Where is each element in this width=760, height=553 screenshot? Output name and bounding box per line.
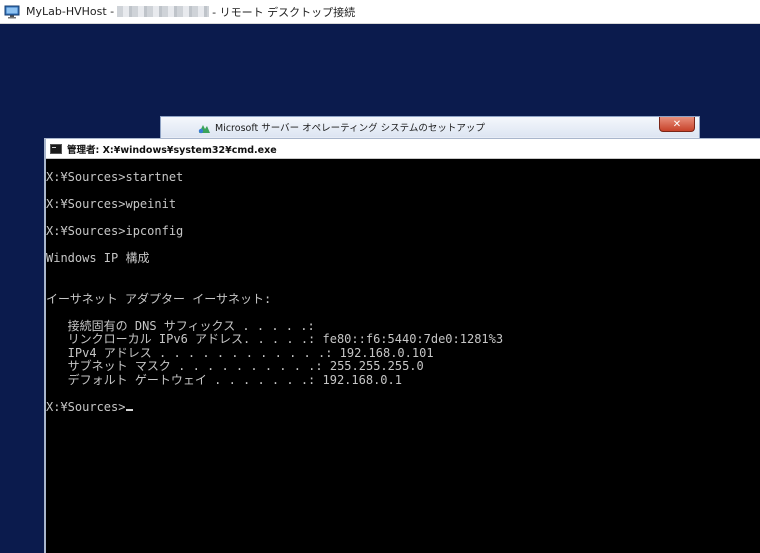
redacted-text (117, 6, 210, 17)
console-output[interactable]: X:¥Sources>startnet X:¥Sources>wpeinit X… (46, 159, 760, 553)
console-line: リンクローカル IPv6 アドレス. . . . .: fe80::f6:544… (46, 332, 504, 346)
setup-window-title: Microsoft サーバー オペレーティング システムのセットアップ (215, 123, 485, 134)
rdp-title-suffix: - リモート デスクトップ接続 (212, 5, 356, 19)
cmd-icon (50, 143, 62, 154)
cmd-window[interactable]: 管理者: X:¥windows¥system32¥cmd.exe X:¥Sour… (44, 138, 760, 553)
console-prompt-line[interactable]: X:¥Sources> (46, 399, 760, 415)
console-line: イーサネット アダプター イーサネット: (46, 291, 272, 306)
text-cursor (126, 408, 134, 411)
console-line: サブネット マスク . . . . . . . . . .: 255.255.2… (46, 359, 424, 373)
rdp-titlebar[interactable]: MyLab-HVHost - - リモート デスクトップ接続 (0, 0, 760, 24)
rdp-window-title: MyLab-HVHost - - リモート デスクトップ接続 (26, 4, 355, 20)
setup-titlebar[interactable]: Microsoft サーバー オペレーティング システムのセットアップ ✕ (161, 117, 699, 137)
console-line: IPv4 アドレス . . . . . . . . . . . .: 192.1… (46, 345, 434, 360)
console-line: X:¥Sources>startnet (46, 170, 184, 184)
rdp-title-prefix: MyLab-HVHost - (26, 5, 115, 18)
console-line: Windows IP 構成 (46, 251, 150, 265)
console-prompt: X:¥Sources> (46, 399, 126, 414)
cmd-window-title: 管理者: X:¥windows¥system32¥cmd.exe (67, 144, 277, 156)
remote-desktop-icon (4, 4, 20, 20)
console-line: 接続固有の DNS サフィックス . . . . .: (46, 318, 315, 333)
close-icon: ✕ (672, 118, 682, 130)
cmd-titlebar[interactable]: 管理者: X:¥windows¥system32¥cmd.exe (46, 139, 760, 159)
console-line: X:¥Sources>wpeinit (46, 197, 177, 211)
console-line: デフォルト ゲートウェイ . . . . . . .: 192.168.0.1 (46, 372, 402, 387)
console-line: X:¥Sources>ipconfig (46, 224, 184, 238)
close-button[interactable]: ✕ (659, 117, 695, 132)
setup-icon (197, 120, 211, 134)
